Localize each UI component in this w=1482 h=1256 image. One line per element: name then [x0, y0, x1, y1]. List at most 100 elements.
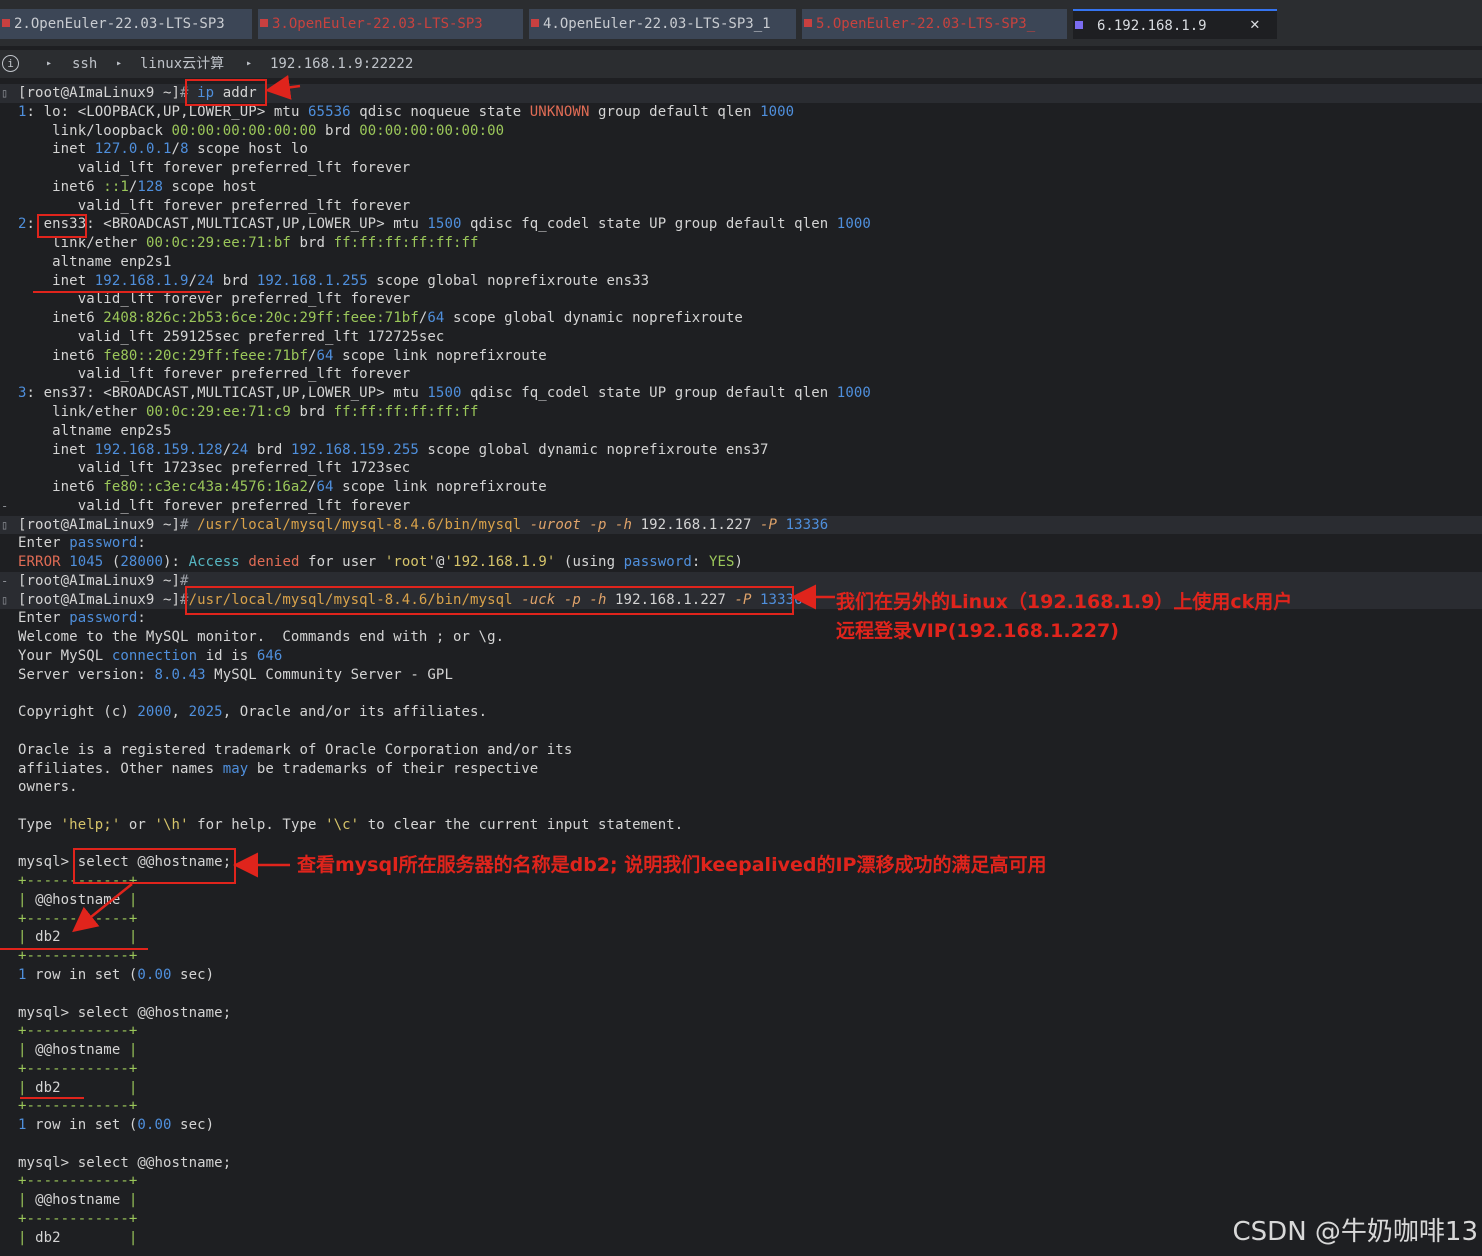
terminal-text: +------------+ [18, 1060, 138, 1077]
tab-openeuler-5[interactable]: 5.OpenEuler-22.03-LTS-SP3_ [802, 9, 1070, 39]
terminal-text: scope host lo [188, 141, 308, 158]
tab-label: 2.OpenEuler-22.03-LTS-SP3 [14, 16, 225, 32]
terminal-text: ERROR [18, 554, 70, 571]
terminal-text: connection [111, 647, 198, 664]
terminal-text: 2000 [137, 704, 172, 721]
tab-status-icon [2, 19, 10, 27]
terminal-text: db2 [35, 1079, 61, 1096]
terminal-text: 128 [137, 178, 164, 195]
terminal-text: +------------+ [18, 1098, 138, 1115]
terminal-line: altname enp2s1 [0, 253, 1482, 272]
terminal-text: -P [760, 516, 786, 533]
terminal-text: sec) [171, 1117, 215, 1134]
terminal-text: valid_lft 259125sec preferred_lft 172725… [18, 328, 445, 345]
terminal-line: Enter password: [0, 534, 1482, 553]
terminal-line: ERROR 1045 (28000): Access denied for us… [0, 553, 1482, 572]
tab-label: 6.192.168.1.9 [1097, 18, 1207, 34]
terminal-text: | [18, 891, 36, 908]
terminal-text: qdisc fq_codel state UP group default ql… [461, 216, 837, 233]
close-tab-button[interactable]: ✕ [1240, 9, 1280, 39]
terminal-text: scope global noprefixroute ens33 [367, 272, 650, 289]
tab-openeuler-3[interactable]: 3.OpenEuler-22.03-LTS-SP3 [258, 9, 526, 39]
terminal-line: inet6 2408:826c:2b53:6ce:20c:29ff:feee:7… [0, 309, 1482, 328]
terminal-line: +------------+ [0, 910, 1482, 929]
terminal-text: 24 [197, 272, 215, 289]
terminal-text: password [623, 554, 692, 571]
terminal-line: mysql> select @@hostname; [0, 1004, 1482, 1023]
terminal-text: 2 [18, 216, 27, 233]
terminal-text: 1000 [836, 216, 871, 233]
tab-openeuler-2[interactable]: 2.OpenEuler-22.03-LTS-SP3 [0, 9, 255, 39]
terminal-text: 'help;' [60, 816, 121, 833]
terminal-text: 1000 [760, 103, 795, 120]
terminal-text: # [180, 516, 198, 533]
terminal-text: '\c' [325, 816, 360, 833]
terminal-text: 192.168.159.128 [94, 441, 223, 458]
terminal-text: mtu [384, 216, 428, 233]
terminal-text: altname enp2s1 [18, 253, 172, 270]
terminal-text: 0.00 [137, 1117, 172, 1134]
terminal-text: | [120, 1192, 138, 1209]
terminal-line: altname enp2s5 [0, 422, 1482, 441]
terminal-text: row in set ( [26, 966, 138, 983]
terminal-line: Type 'help;' or '\h' for help. Type '\c'… [0, 816, 1482, 835]
terminal-text: owners. [18, 779, 78, 796]
terminal-text: /usr/local/mysql/mysql-8.4.6/bin/mysql [197, 516, 530, 533]
terminal-text: mtu [265, 103, 309, 120]
terminal-text: mysql> select @@hostname; [18, 1154, 232, 1171]
terminal-line: valid_lft forever preferred_lft forever [0, 365, 1482, 384]
terminal-text: / [171, 141, 181, 158]
terminal-text: Enter [18, 610, 70, 627]
breadcrumb-item-ssh[interactable]: ssh [72, 50, 97, 78]
terminal-line: 1 row in set (0.00 sec) [0, 966, 1482, 985]
terminal-text: valid_lft forever preferred_lft forever [18, 291, 411, 308]
terminal-text: | [120, 891, 138, 908]
terminal-line: 3: ens37: <BROADCAST,MULTICAST,UP,LOWER_… [0, 384, 1482, 403]
terminal-line: 2: ens33: <BROADCAST,MULTICAST,UP,LOWER_… [0, 215, 1482, 234]
tab-status-icon [1075, 21, 1083, 29]
annotation-underline-db2-1 [0, 948, 148, 950]
terminal-line: link/ether 00:0c:29:ee:71:bf brd ff:ff:f… [0, 234, 1482, 253]
annotation-box-ens33 [37, 214, 87, 238]
terminal-text: | [18, 1042, 36, 1059]
terminal-line: valid_lft forever preferred_lft forever [0, 290, 1482, 309]
terminal-text: Access [188, 554, 240, 571]
terminal-line: +------------+ [0, 1060, 1482, 1079]
terminal-text: brd [248, 441, 291, 458]
terminal-text: 64 [316, 347, 334, 364]
terminal-text: 65536 [308, 103, 351, 120]
terminal-line: - valid_lft forever preferred_lft foreve… [0, 497, 1482, 516]
terminal-text: ff:ff:ff:ff:ff:ff [333, 235, 479, 252]
terminal-text: scope global dynamic noprefixroute ens37 [418, 441, 769, 458]
terminal-line: +------------+ [0, 947, 1482, 966]
terminal-text: link/ether [18, 404, 146, 421]
terminal-output[interactable]: ▯ [root@AImaLinux9 ~]# ip addr 1: lo: <LOO… [0, 84, 1482, 1247]
terminal-text: qdisc fq_codel state UP group default ql… [461, 385, 837, 402]
terminal-line: inet 127.0.0.1/8 scope host lo [0, 140, 1482, 159]
terminal-line: +------------+ [0, 1022, 1482, 1041]
terminal-line: | @@hostname | [0, 891, 1482, 910]
terminal-text: | [60, 1079, 138, 1096]
terminal-text: , [171, 704, 189, 721]
breadcrumb-item-host[interactable]: 192.168.1.9:22222 [270, 50, 413, 78]
tab-openeuler-4[interactable]: 4.OpenEuler-22.03-LTS-SP3_1 [529, 9, 799, 39]
terminal-line: valid_lft 259125sec preferred_lft 172725… [0, 328, 1482, 347]
terminal-line: +------------+ [0, 1172, 1482, 1191]
terminal-text: valid_lft forever preferred_lft forever [18, 197, 411, 214]
terminal-line: Your MySQL connection id is 646 [0, 647, 1482, 666]
terminal-text: fe80::20c:29ff:feee:71bf [103, 347, 308, 364]
terminal-text: -uroot -p -h [529, 516, 641, 533]
breadcrumb-separator: ▸ [116, 58, 123, 69]
terminal-text: / [222, 441, 232, 458]
gutter-marker: ▯ [1, 517, 9, 532]
breadcrumb-item-group[interactable]: linux云计算 [140, 50, 224, 78]
terminal-line: valid_lft 1723sec preferred_lft 1723sec [0, 459, 1482, 478]
terminal-line: link/loopback 00:00:00:00:00:00 brd 00:0… [0, 122, 1482, 141]
terminal-text: row in set ( [26, 1117, 138, 1134]
info-icon[interactable]: i [2, 55, 19, 72]
annotation-underline-db2-2 [20, 1097, 84, 1099]
terminal-text: brd [290, 235, 334, 252]
